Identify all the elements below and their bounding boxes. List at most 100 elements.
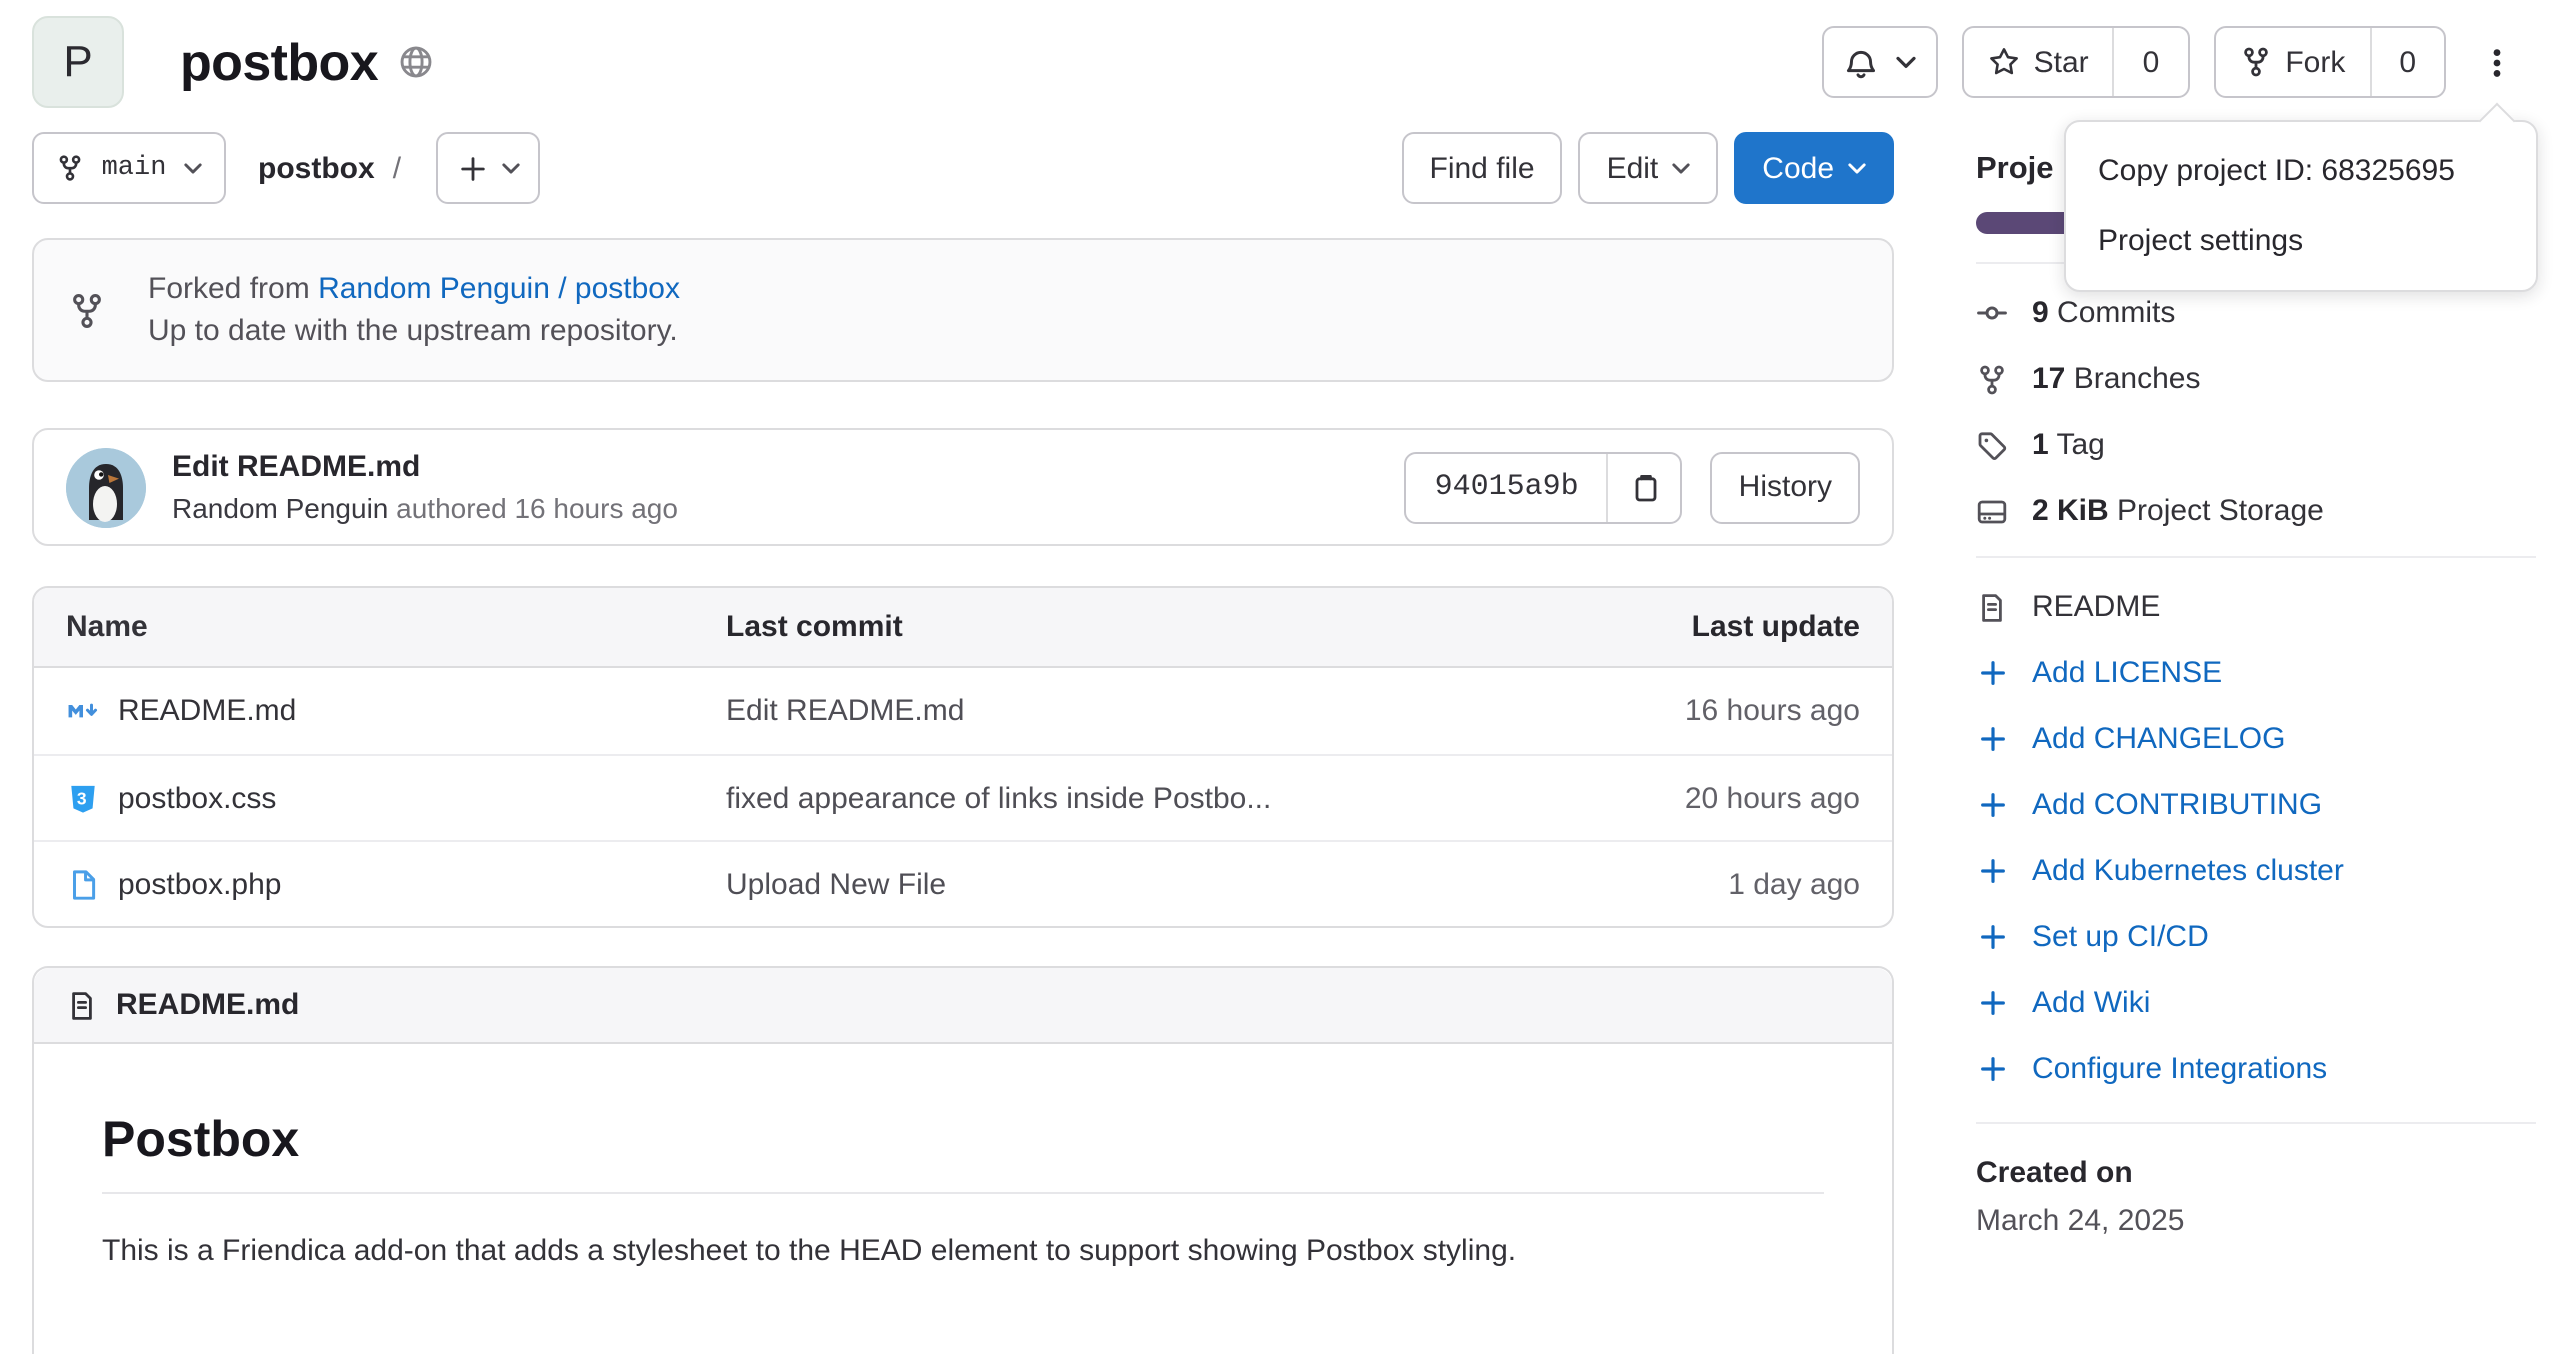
branch-icon (1976, 363, 2008, 395)
doc-icon (1976, 591, 2008, 623)
chevron-down-icon (1896, 55, 1916, 69)
sidebar-link-configure-integrations[interactable]: Configure Integrations (1976, 1036, 2536, 1102)
sidebar-link-label: Add CHANGELOG (2032, 722, 2285, 756)
file-name-link[interactable]: postbox.php (118, 867, 281, 901)
repo-toolbar: main postbox / (32, 132, 1894, 204)
storage-disk-icon (1976, 495, 2008, 527)
sidebar-link-add-kubernetes[interactable]: Add Kubernetes cluster (1976, 838, 2536, 904)
code-dropdown-button[interactable]: Code (1734, 132, 1894, 204)
sidebar-link-add-wiki[interactable]: Add Wiki (1976, 970, 2536, 1036)
readme-filename: README.md (116, 988, 299, 1022)
clipboard-copy-icon (1629, 471, 1661, 503)
commit-icon (1976, 296, 2008, 330)
copy-sha-button[interactable] (1607, 453, 1681, 521)
add-file-dropdown[interactable] (435, 132, 539, 204)
table-row[interactable]: README.md Edit README.md 16 hours ago (34, 668, 1892, 754)
stat-label: Branches (2074, 362, 2201, 396)
sidebar-stat-tags[interactable]: 1 Tag (1976, 412, 2536, 478)
plus-icon (1976, 1054, 2008, 1084)
gitlab-project-page: P postbox (0, 8, 2554, 1280)
doc-icon (66, 989, 98, 1021)
edit-label: Edit (1607, 151, 1659, 185)
sidebar-stat-branches[interactable]: 17 Branches (1976, 346, 2536, 412)
repository-content: main postbox / (32, 132, 1894, 1354)
file-last-update: 16 hours ago (1520, 694, 1860, 728)
project-sidebar: Proje 9 Commits (1976, 132, 2536, 1354)
sidebar-link-label: Configure Integrations (2032, 1052, 2327, 1086)
sidebar-link-add-contributing[interactable]: Add CONTRIBUTING (1976, 772, 2536, 838)
file-last-commit-link[interactable]: Edit README.md (726, 694, 1520, 728)
plus-icon (1976, 658, 2008, 688)
column-header-last-update: Last update (1520, 610, 1860, 644)
plus-icon (457, 153, 487, 183)
edit-dropdown-button[interactable]: Edit (1579, 132, 1719, 204)
sidebar-divider (1976, 556, 2536, 558)
sidebar-link-add-license[interactable]: Add LICENSE (1976, 640, 2536, 706)
readme-card: README.md Postbox This is a Friendica ad… (32, 966, 1894, 1354)
more-actions-button[interactable] (2470, 26, 2522, 98)
stat-value: 17 (2032, 362, 2065, 396)
fork-status-text: Up to date with the upstream repository. (148, 310, 680, 353)
fork-button-label: Fork (2285, 45, 2345, 79)
file-last-update: 20 hours ago (1520, 781, 1860, 815)
plus-icon (1976, 790, 2008, 820)
commit-sha: 94015a9b (1407, 453, 1607, 521)
sidebar-link-label: Add LICENSE (2032, 656, 2222, 690)
column-header-name: Name (66, 610, 726, 644)
created-on-date: March 24, 2025 (1976, 1204, 2536, 1238)
branch-selector[interactable]: main (32, 132, 226, 204)
sidebar-link-readme[interactable]: README (1976, 574, 2536, 640)
menu-item-project-settings[interactable]: Project settings (2066, 206, 2536, 276)
page-title: postbox (180, 31, 378, 93)
star-button-group: Star 0 (1962, 26, 2190, 98)
menu-item-copy-project-id[interactable]: Copy project ID: 68325695 (2066, 136, 2536, 206)
file-name-link[interactable]: README.md (118, 694, 296, 728)
table-row[interactable]: postbox.php Upload New File 1 day ago (34, 840, 1892, 926)
sidebar-link-label: Add Kubernetes cluster (2032, 854, 2344, 888)
upstream-project-link[interactable]: Random Penguin / postbox (318, 271, 680, 305)
sidebar-stat-storage[interactable]: 2 KiB Project Storage (1976, 478, 2536, 544)
table-row[interactable]: 3 postbox.css fixed appearance of links … (34, 754, 1892, 840)
author-avatar[interactable] (66, 447, 146, 527)
star-count[interactable]: 0 (2113, 28, 2188, 96)
fork-button[interactable]: Fork (2215, 28, 2369, 96)
fork-button-group: Fork 0 (2213, 26, 2446, 98)
commit-author-link[interactable]: Random Penguin (172, 491, 388, 523)
file-last-commit-link[interactable]: fixed appearance of links inside Postbo.… (726, 781, 1520, 815)
column-header-last-commit: Last commit (726, 610, 1520, 644)
current-branch-label: main (102, 153, 167, 183)
tag-icon (1976, 429, 2008, 461)
file-name-link[interactable]: postbox.css (118, 781, 276, 815)
star-button[interactable]: Star (1964, 28, 2113, 96)
sidebar-link-setup-cicd[interactable]: Set up CI/CD (1976, 904, 2536, 970)
fork-icon (2239, 46, 2271, 78)
fork-count[interactable]: 0 (2369, 28, 2444, 96)
readme-heading: Postbox (102, 1112, 1824, 1194)
history-button[interactable]: History (1711, 451, 1860, 523)
table-header-row: Name Last commit Last update (34, 588, 1892, 668)
breadcrumb-separator: / (393, 151, 401, 185)
sidebar-link-label: Set up CI/CD (2032, 920, 2209, 954)
project-avatar: P (32, 16, 124, 108)
notifications-button[interactable] (1822, 26, 1938, 98)
plus-icon (1976, 922, 2008, 952)
commit-message-link[interactable]: Edit README.md (172, 447, 678, 487)
sidebar-link-label: README (2032, 590, 2160, 624)
readme-paragraph: This is a Friendica add-on that adds a s… (102, 1230, 1824, 1274)
chevron-down-icon (1672, 161, 1690, 175)
file-last-commit-link[interactable]: Upload New File (726, 867, 1520, 901)
last-commit-bar: Edit README.md Random Penguin authored 1… (32, 428, 1894, 546)
readme-file-header[interactable]: README.md (34, 968, 1892, 1044)
commit-sha-group: 94015a9b (1405, 451, 1683, 523)
stat-label: Tag (2057, 428, 2105, 462)
find-file-button[interactable]: Find file (1402, 132, 1563, 204)
stat-value: 9 (2032, 296, 2049, 330)
stat-label: Project Storage (2117, 494, 2324, 528)
stat-label: Commits (2057, 296, 2175, 330)
breadcrumb-project[interactable]: postbox (258, 151, 375, 185)
sidebar-link-add-changelog[interactable]: Add CHANGELOG (1976, 706, 2536, 772)
chevron-down-icon (184, 161, 202, 175)
more-actions-menu: Copy project ID: 68325695 Project settin… (2064, 120, 2538, 292)
project-header: P postbox (32, 8, 2522, 116)
css-file-icon: 3 (66, 781, 100, 815)
